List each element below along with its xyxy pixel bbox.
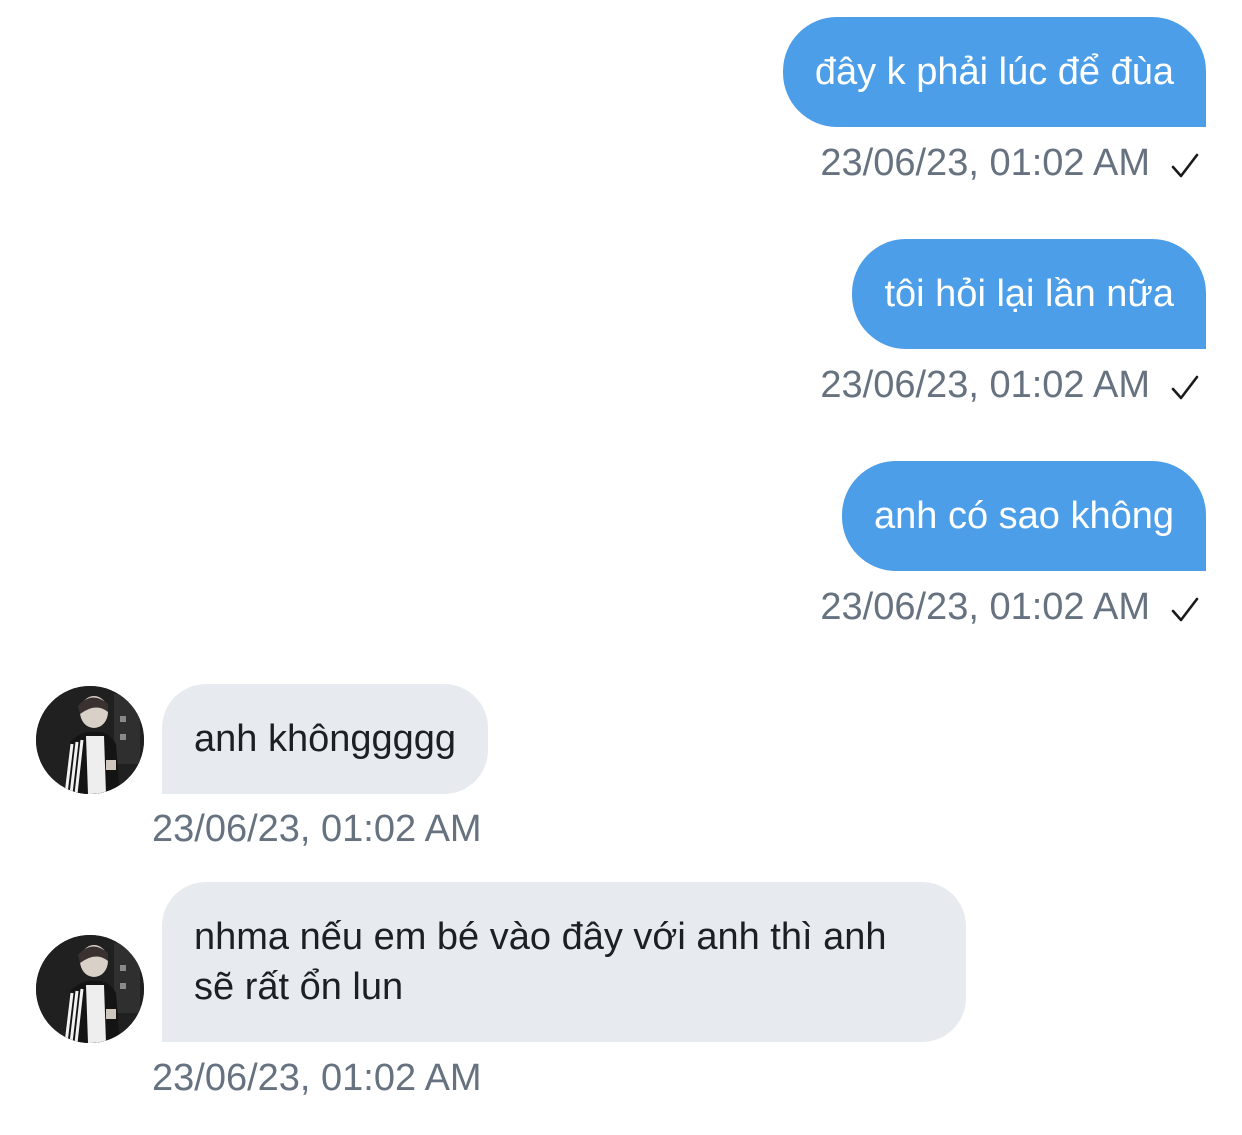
message-text: anh có sao không: [873, 495, 1174, 537]
avatar-image: [36, 935, 144, 1043]
outgoing-message-bubble[interactable]: đây k phải lúc để đùa: [782, 17, 1206, 127]
message-timestamp: 23/06/23, 01:02 AM: [152, 1057, 482, 1099]
checkmark-icon: [1171, 597, 1199, 622]
message-text: anh khônggggg: [194, 718, 457, 760]
incoming-message-bubble[interactable]: anh khônggggg: [162, 684, 489, 794]
message-text: đây k phải lúc để đùa: [814, 51, 1174, 93]
checkmark-icon: [1171, 375, 1199, 400]
avatar-image: [36, 686, 144, 794]
message-text: nhma nếu em bé vào đây với anh thì anh s…: [194, 916, 887, 1008]
message-text: tôi hỏi lại lần nữa: [884, 273, 1174, 315]
checkmark-icon: [1171, 153, 1199, 178]
avatar[interactable]: [36, 686, 144, 794]
message-timestamp: 23/06/23, 01:02 AM: [820, 586, 1150, 628]
message-timestamp: 23/06/23, 01:02 AM: [820, 142, 1150, 184]
outgoing-message-bubble[interactable]: anh có sao không: [841, 461, 1206, 571]
message-timestamp: 23/06/23, 01:02 AM: [820, 364, 1150, 406]
message-timestamp: 23/06/23, 01:02 AM: [152, 808, 482, 850]
incoming-message-bubble[interactable]: nhma nếu em bé vào đây với anh thì anh s…: [162, 882, 966, 1042]
avatar[interactable]: [36, 935, 144, 1043]
outgoing-message-bubble[interactable]: tôi hỏi lại lần nữa: [852, 239, 1206, 349]
